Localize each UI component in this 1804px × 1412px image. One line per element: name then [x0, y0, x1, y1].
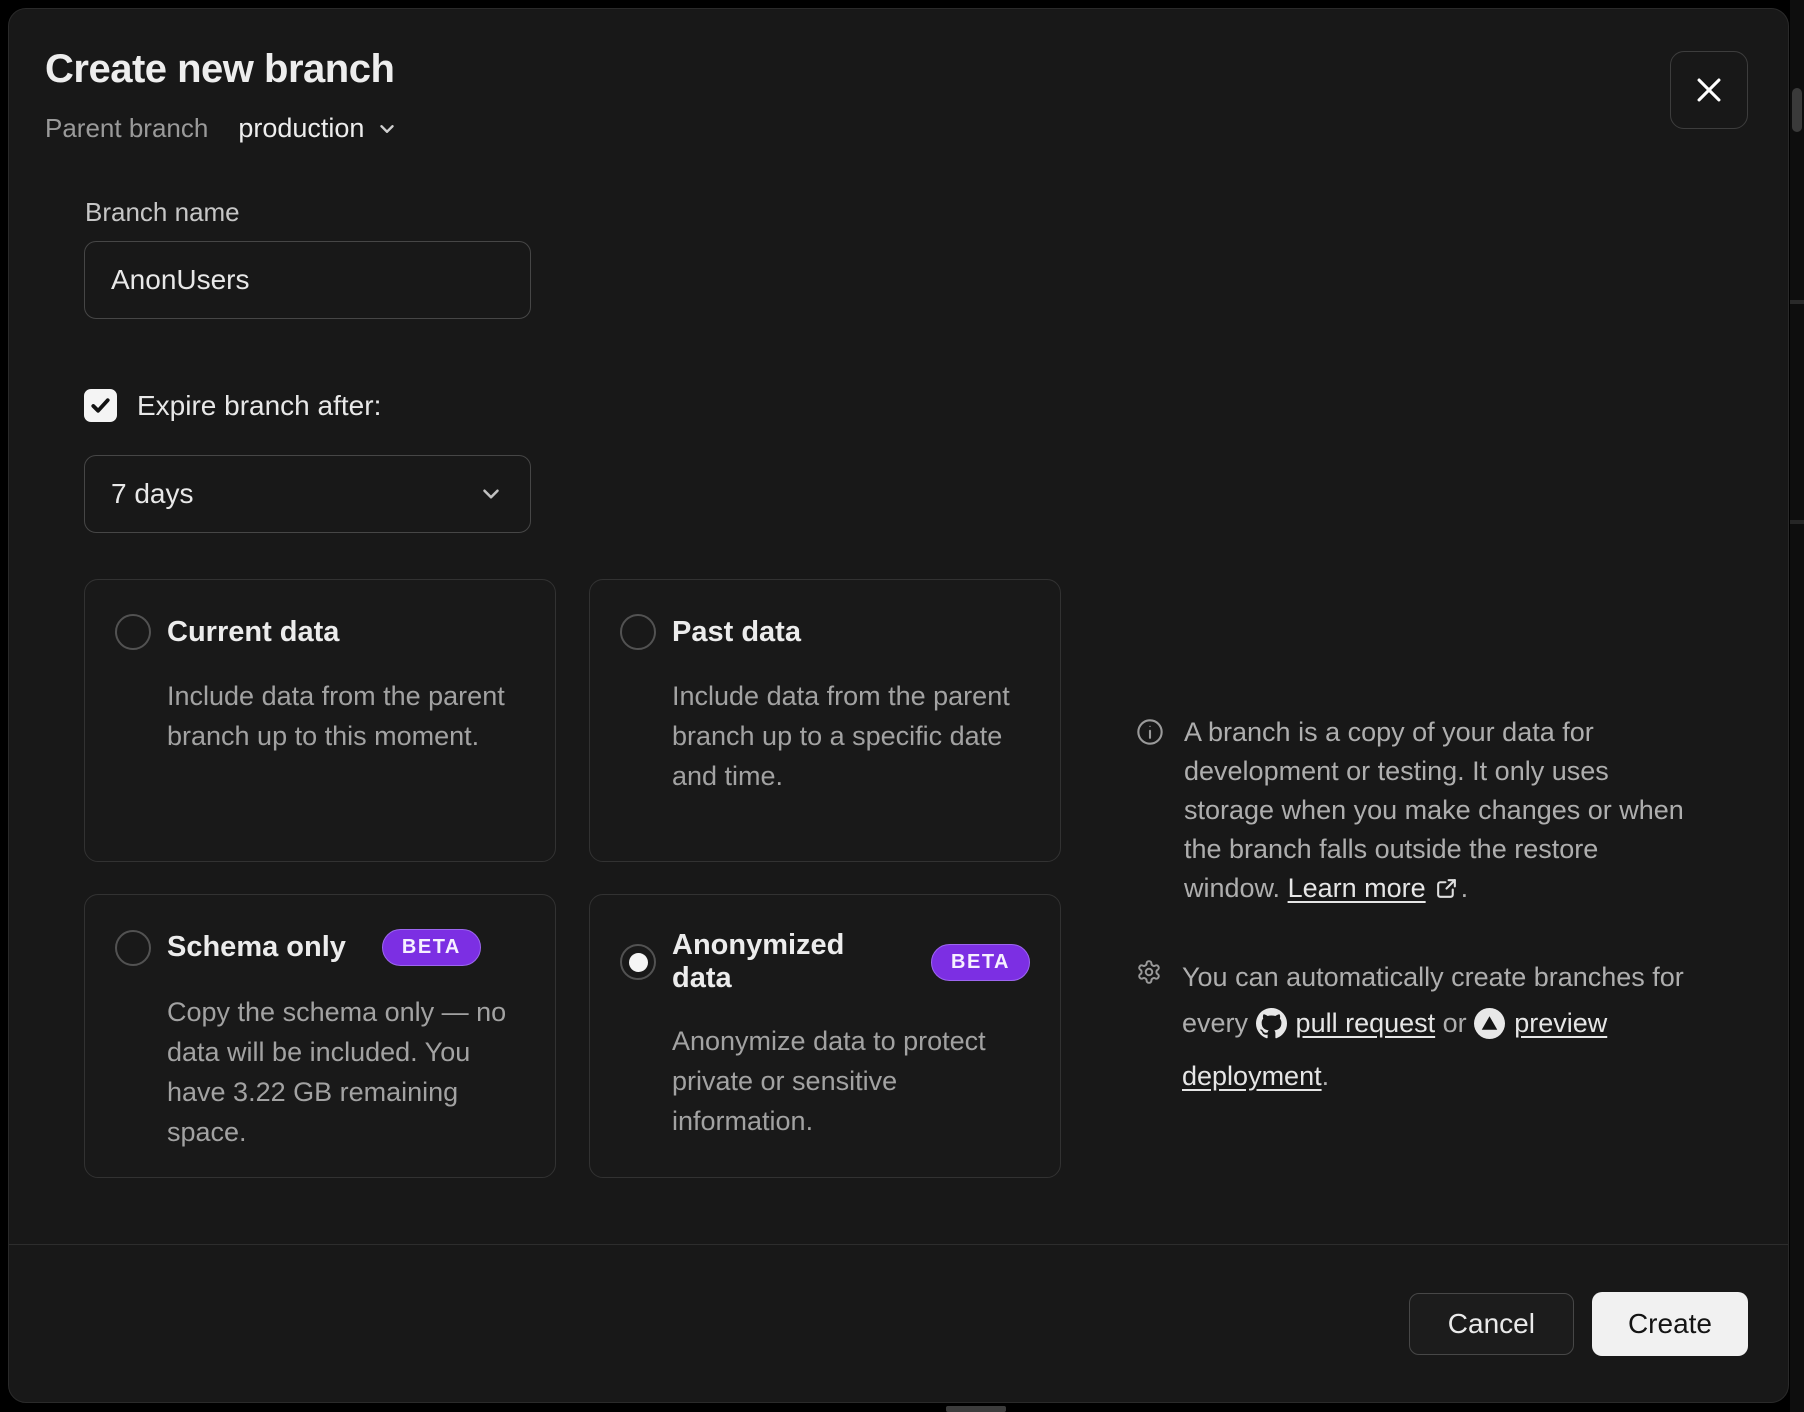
- radio-current-data[interactable]: [115, 614, 151, 650]
- info-icon: [1136, 718, 1164, 912]
- option-card-current-data[interactable]: Current data Include data from the paren…: [84, 579, 556, 862]
- radio-schema-only[interactable]: [115, 930, 151, 966]
- background-fragment: [1790, 520, 1804, 524]
- radio-past-data[interactable]: [620, 614, 656, 650]
- checkmark-icon: [89, 394, 112, 417]
- close-button[interactable]: [1670, 51, 1748, 129]
- dialog-title: Create new branch: [45, 47, 394, 92]
- automation-text: You can automatically create branches fo…: [1182, 954, 1702, 1099]
- parent-branch-label: Parent branch: [45, 113, 208, 144]
- gear-icon: [1136, 959, 1162, 1099]
- option-description: Anonymize data to protect private or sen…: [672, 1021, 1028, 1141]
- background-fragment: [1790, 300, 1804, 304]
- background-fragment: [946, 1406, 1006, 1412]
- scrollbar-thumb[interactable]: [1792, 88, 1802, 132]
- learn-more-link[interactable]: Learn more: [1288, 873, 1426, 903]
- data-option-cards: Current data Include data from the paren…: [84, 579, 1061, 1178]
- dialog-footer: Cancel Create: [9, 1244, 1788, 1402]
- create-button[interactable]: Create: [1592, 1292, 1748, 1356]
- card-header: Past data: [620, 614, 1030, 650]
- expire-row: Expire branch after:: [84, 389, 381, 422]
- parent-branch-row: Parent branch production: [45, 113, 398, 144]
- branch-name-label: Branch name: [85, 197, 240, 228]
- option-card-schema-only[interactable]: Schema only BETA Copy the schema only — …: [84, 894, 556, 1178]
- info-panel: A branch is a copy of your data for deve…: [1136, 713, 1716, 1099]
- expire-duration-select[interactable]: 7 days: [84, 455, 531, 533]
- github-icon: [1256, 1007, 1287, 1053]
- close-icon: [1692, 73, 1726, 107]
- option-title: Schema only: [167, 931, 346, 964]
- radio-anonymized-data[interactable]: [620, 944, 656, 980]
- card-header: Anonymized data BETA: [620, 929, 1030, 995]
- beta-badge: BETA: [382, 929, 481, 966]
- info-text: .: [1461, 873, 1469, 903]
- option-title: Current data: [167, 616, 339, 649]
- expire-checkbox-label: Expire branch after:: [137, 390, 381, 422]
- option-description: Include data from the parent branch up t…: [167, 676, 523, 756]
- option-card-past-data[interactable]: Past data Include data from the parent b…: [589, 579, 1061, 862]
- parent-branch-dropdown[interactable]: production: [238, 113, 398, 144]
- option-title: Anonymized data: [672, 929, 895, 995]
- expire-duration-value: 7 days: [111, 478, 194, 510]
- cancel-button[interactable]: Cancel: [1409, 1293, 1574, 1355]
- vercel-icon: [1474, 1007, 1505, 1053]
- info-text: .: [1322, 1061, 1330, 1091]
- option-title: Past data: [672, 616, 801, 649]
- parent-branch-value: production: [238, 113, 364, 144]
- chevron-down-icon: [478, 481, 504, 507]
- external-link-icon: [1434, 873, 1459, 912]
- info-text: or: [1443, 1008, 1467, 1038]
- create-branch-dialog: Create new branch Parent branch producti…: [8, 8, 1789, 1403]
- branch-info-note: A branch is a copy of your data for deve…: [1136, 713, 1716, 912]
- option-description: Include data from the parent branch up t…: [672, 676, 1028, 796]
- option-description: Copy the schema only — no data will be i…: [167, 992, 523, 1152]
- pull-request-link[interactable]: pull request: [1296, 1008, 1436, 1038]
- card-header: Schema only BETA: [115, 929, 525, 966]
- beta-badge: BETA: [931, 944, 1030, 981]
- chevron-down-icon: [376, 118, 398, 140]
- option-card-anonymized-data[interactable]: Anonymized data BETA Anonymize data to p…: [589, 894, 1061, 1178]
- branch-name-input[interactable]: [84, 241, 531, 319]
- branch-info-text: A branch is a copy of your data for deve…: [1184, 713, 1684, 912]
- automation-note: You can automatically create branches fo…: [1136, 954, 1716, 1099]
- background-page-scrollbar[interactable]: [1790, 0, 1804, 1412]
- card-header: Current data: [115, 614, 525, 650]
- expire-checkbox[interactable]: [84, 389, 117, 422]
